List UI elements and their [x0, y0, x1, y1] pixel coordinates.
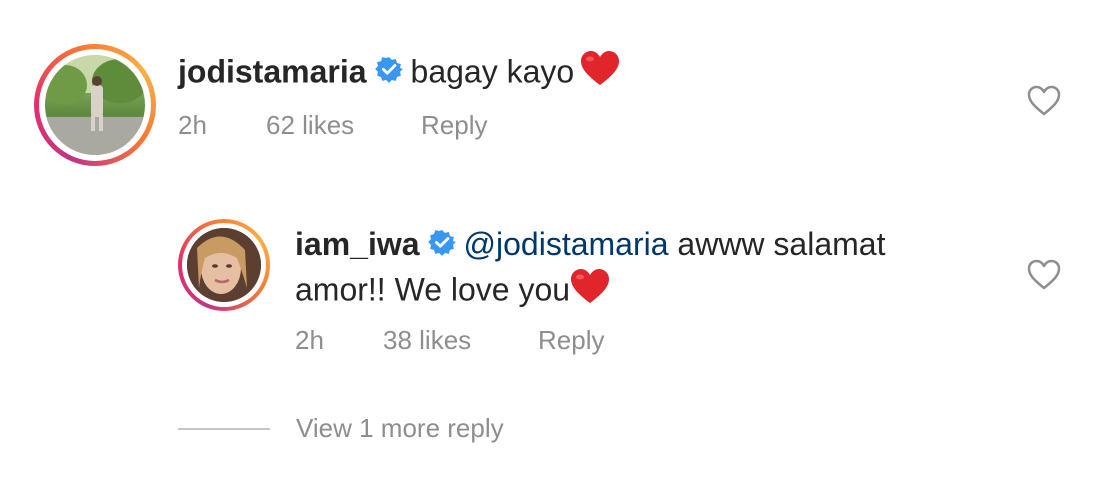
comment-likes[interactable]: 62 likes: [266, 110, 421, 141]
avatar-photo: [45, 55, 145, 155]
red-heart-emoji-icon: [580, 50, 620, 94]
comment-text: bagay kayo: [410, 53, 575, 90]
comment-jodistamaria: jodistamaria bagay kayo: [178, 50, 620, 98]
comment-meta: 2h 38 likes Reply: [295, 325, 604, 356]
mention-link[interactable]: @jodistamaria: [464, 226, 669, 262]
comment-time: 2h: [178, 110, 207, 140]
username[interactable]: iam_iwa: [295, 226, 420, 262]
avatar-iam-iwa[interactable]: [178, 219, 270, 311]
comment-iam-iwa: iam_iwa @jodistamaria awww salamat amor!!…: [295, 225, 985, 316]
view-more-replies-label: View 1 more reply: [296, 413, 504, 443]
comment-time: 2h: [295, 325, 324, 355]
avatar-jodistamaria[interactable]: [34, 44, 156, 166]
comment-text-line2: amor!! We love you: [295, 271, 571, 307]
username[interactable]: jodistamaria: [178, 53, 367, 89]
like-heart-icon[interactable]: [1027, 85, 1061, 117]
view-more-replies-button[interactable]: View 1 more reply: [178, 413, 504, 444]
avatar-photo: [187, 228, 261, 302]
comment-meta: 2h 62 likes Reply: [178, 110, 487, 141]
divider-line: [178, 427, 270, 430]
comment-text-line1: awww salamat: [668, 226, 886, 262]
red-heart-emoji-icon: [570, 268, 610, 312]
like-heart-icon[interactable]: [1027, 259, 1061, 291]
verified-badge-icon: [427, 226, 456, 264]
verified-badge-icon: [374, 53, 403, 91]
reply-button[interactable]: Reply: [538, 325, 604, 356]
reply-button[interactable]: Reply: [421, 110, 487, 141]
comment-likes[interactable]: 38 likes: [383, 325, 538, 356]
